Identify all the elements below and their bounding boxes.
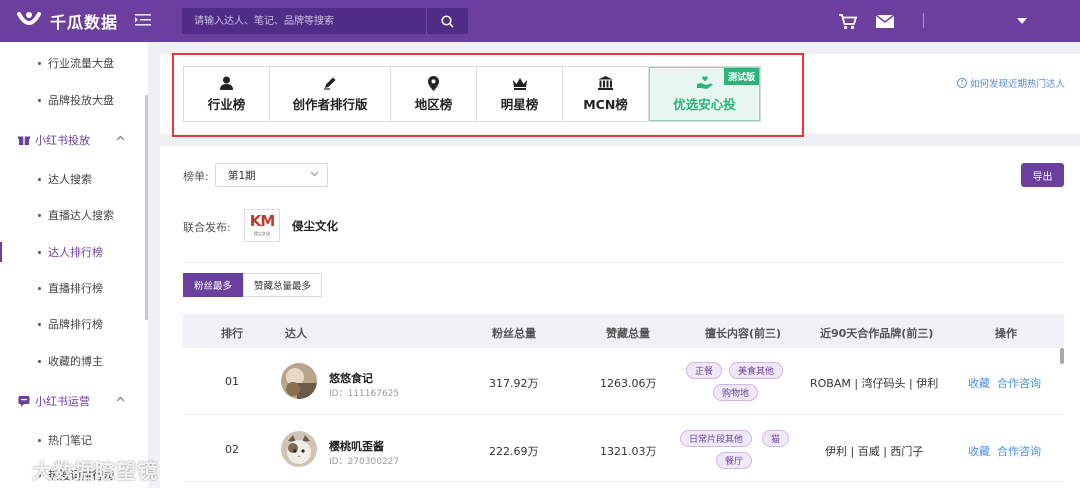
content-tag: 餐厅 — [716, 452, 753, 469]
co-logo-mark: KM — [249, 212, 276, 230]
kol-id: ID：111167625 — [329, 389, 400, 399]
sidebar-item-kol-search[interactable]: 达人搜索 — [0, 161, 145, 197]
highlight-box — [172, 53, 804, 137]
search-button[interactable] — [426, 8, 468, 34]
col-fans: 粉丝总量 — [492, 327, 536, 340]
col-kol: 达人 — [285, 327, 307, 340]
search-bar — [182, 8, 468, 34]
co-logo-caption: 侵尘文化 — [254, 231, 270, 236]
sort-most-fans[interactable]: 粉丝最多 — [183, 273, 243, 297]
period-value: 第1期 — [228, 169, 256, 182]
sidebar-group-xhs-ads[interactable]: 小红书投放 — [0, 122, 145, 158]
chevron-up-icon — [116, 135, 125, 141]
help-link-text: 如何发现近期热门达人 — [970, 79, 1066, 90]
menu-toggle-icon[interactable] — [135, 13, 151, 27]
search-input[interactable] — [182, 8, 426, 34]
sidebar-group-xhs-ops[interactable]: 小红书运营 — [0, 383, 145, 419]
sidebar-item-favorites[interactable]: 收藏的博主 — [0, 343, 145, 379]
help-link[interactable]: ? 如何发现近期热门达人 — [957, 76, 1065, 90]
avatar[interactable] — [281, 363, 317, 399]
content-tag: 购物地 — [713, 384, 759, 401]
export-button[interactable]: 导出 — [1021, 163, 1064, 187]
avatar[interactable] — [281, 431, 317, 467]
active-indicator — [0, 242, 2, 262]
sidebar-item-label: 直播达人搜索 — [48, 209, 114, 222]
sidebar-item-label: 达人排行榜 — [48, 246, 103, 259]
gift-icon — [18, 136, 30, 145]
col-rank: 排行 — [221, 327, 243, 340]
sort-toggle: 粉丝最多 赞藏总量最多 — [183, 273, 322, 297]
content-tag: 日常片段其他 — [680, 430, 753, 447]
brand-name: 千瓜数据 — [50, 13, 119, 32]
table-scrollbar[interactable] — [1060, 348, 1064, 364]
favorite-link[interactable]: 收藏 — [968, 375, 990, 391]
mail-icon[interactable] — [876, 15, 894, 28]
sidebar-group-label: 小红书运营 — [35, 395, 90, 408]
sidebar-item-label: 行业流量大盘 — [48, 57, 114, 70]
brands: 伊利 | 百威 | 西门子 — [825, 445, 924, 458]
likes-total: 1321.03万 — [600, 445, 657, 458]
content-tag: 美食其他 — [729, 362, 784, 379]
table-header: 排行 达人 粉丝总量 赞藏总量 擅长内容(前三) 近90天合作品牌(前三) 操作 — [183, 314, 1064, 348]
sidebar-item-kol-ranking[interactable]: 达人排行榜 — [0, 234, 145, 270]
kol-name[interactable]: 樱桃叽歪酱 — [329, 438, 384, 454]
sidebar-item-hot-notes[interactable]: 热门笔记 — [0, 422, 145, 458]
chat-icon — [18, 396, 30, 407]
chevron-up-icon — [116, 396, 125, 402]
sidebar-item-label: 热门笔记 — [48, 434, 92, 447]
sidebar-group-label: 小红书投放 — [35, 134, 90, 147]
content-tag: 猫 — [762, 430, 790, 447]
sidebar-item-industry-traffic[interactable]: 行业流量大盘 — [0, 45, 145, 81]
sidebar-item-brand-overview[interactable]: 品牌投放大盘 — [0, 82, 145, 118]
kol-id: ID：270300227 — [329, 457, 400, 467]
logo-icon — [17, 12, 41, 25]
account-dropdown-icon[interactable] — [1017, 18, 1027, 24]
question-icon: ? — [957, 78, 967, 88]
sidebar-item-label: 收藏的博主 — [48, 355, 103, 368]
consult-link[interactable]: 合作咨询 — [997, 375, 1041, 391]
rank: 01 — [225, 375, 239, 388]
top-bar: 千瓜数据 — [0, 0, 1080, 42]
logo[interactable]: 千瓜数据 — [16, 9, 118, 33]
sidebar-item-label: 品牌排行榜 — [48, 318, 103, 331]
watermark: 大数据瞭望镜 — [6, 455, 158, 484]
consult-link[interactable]: 合作咨询 — [997, 443, 1041, 459]
table-row: 02 樱桃叽歪酱 ID：270300227 222.69万 1321.03万 日… — [183, 415, 1064, 482]
watermark-text: 大数据瞭望镜 — [32, 459, 158, 483]
fans-total: 222.69万 — [489, 445, 539, 458]
favorite-link[interactable]: 收藏 — [968, 443, 990, 459]
sidebar-item-label: 品牌投放大盘 — [48, 94, 114, 107]
likes-total: 1263.06万 — [600, 377, 657, 390]
sidebar-item-live-kol-search[interactable]: 直播达人搜索 — [0, 197, 145, 233]
header-divider — [923, 13, 924, 28]
col-likes: 赞藏总量 — [606, 327, 650, 340]
co-publisher-logo: KM 侵尘文化 — [244, 209, 280, 242]
content-tag: 正餐 — [686, 362, 723, 379]
sidebar-scrollbar[interactable] — [145, 95, 148, 320]
period-select[interactable]: 第1期 — [215, 163, 328, 187]
brands: ROBAM | 湾仔码头 | 伊利 — [810, 377, 939, 390]
co-publish-label: 联合发布: — [183, 221, 231, 234]
fans-total: 317.92万 — [489, 377, 539, 390]
sidebar-item-label: 直播排行榜 — [48, 282, 103, 295]
col-brands: 近90天合作品牌(前三) — [820, 327, 934, 340]
watermark-icon — [8, 459, 30, 480]
sidebar-item-label: 达人搜索 — [48, 173, 92, 186]
rank: 02 — [225, 443, 239, 456]
sidebar-item-brand-ranking[interactable]: 品牌排行榜 — [0, 306, 145, 342]
co-publisher-name: 侵尘文化 — [292, 219, 338, 233]
sort-most-likes[interactable]: 赞藏总量最多 — [243, 273, 322, 297]
cart-icon[interactable] — [838, 13, 858, 30]
kol-name[interactable]: 悠悠食记 — [329, 370, 373, 386]
table-row: 01 悠悠食记 ID：111167625 317.92万 1263.06万 正餐… — [183, 348, 1064, 415]
search-icon — [441, 14, 454, 28]
sidebar-item-live-ranking[interactable]: 直播排行榜 — [0, 270, 145, 306]
list-label: 榜单: — [183, 170, 209, 183]
col-actions: 操作 — [995, 327, 1017, 340]
chevron-down-icon — [310, 171, 319, 177]
col-content: 擅长内容(前三) — [705, 327, 782, 340]
divider — [183, 262, 1064, 263]
